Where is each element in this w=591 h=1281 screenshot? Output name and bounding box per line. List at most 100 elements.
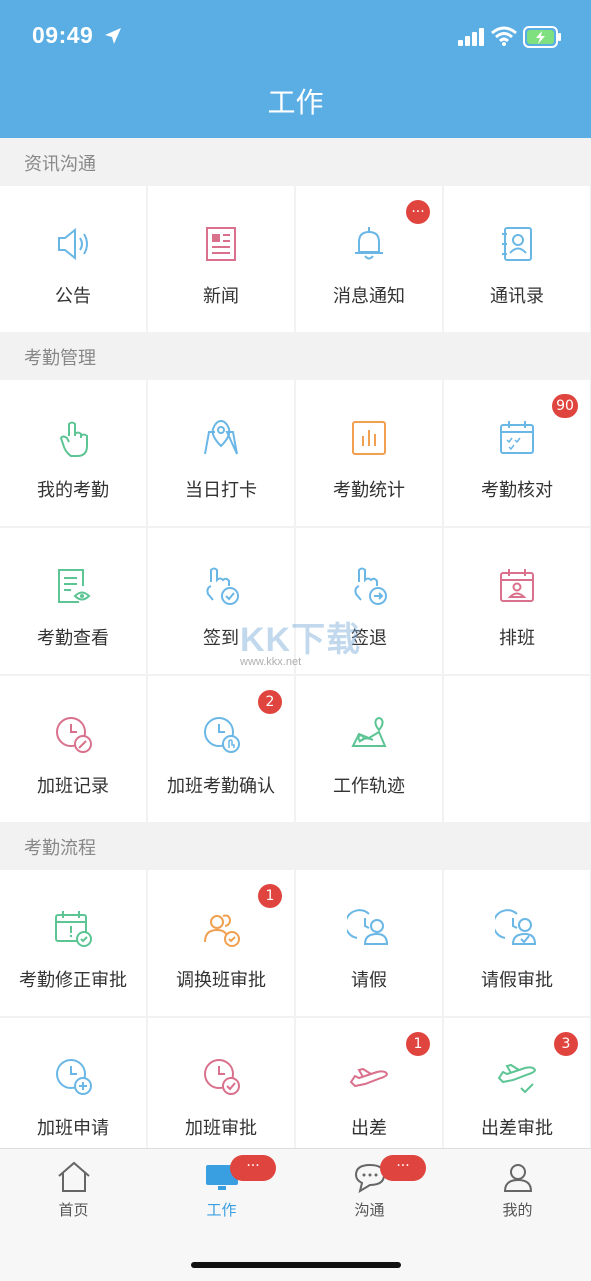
- tab-badge: ···: [230, 1155, 276, 1181]
- tile-label: 考勤查看: [37, 628, 109, 649]
- section-attendance-process: 考勤流程: [0, 822, 591, 868]
- tile-label: 考勤统计: [333, 480, 405, 501]
- calendar-check-icon: [500, 421, 534, 454]
- tile-label: 消息通知: [333, 286, 405, 307]
- signal-icon: [458, 28, 484, 46]
- location-arrow-icon: [105, 28, 121, 44]
- tab-label: 沟通: [354, 1201, 385, 1219]
- tile-leave-approval[interactable]: 请假审批: [444, 870, 590, 1016]
- section-attendance-management: 考勤管理: [0, 332, 591, 378]
- tile-overtime-record[interactable]: 加班记录: [0, 676, 146, 822]
- tile-attendance-view[interactable]: 考勤查看: [0, 528, 146, 674]
- tile-label: 出差: [351, 1118, 387, 1139]
- tile-announcement[interactable]: 公告: [0, 186, 146, 332]
- tile-label: 加班审批: [185, 1118, 257, 1139]
- tile-shift-swap-approval[interactable]: 1 调换班审批: [148, 870, 294, 1016]
- tab-work[interactable]: ··· 工作: [148, 1149, 295, 1229]
- contacts-book-icon: [502, 227, 532, 261]
- tile-label: 排班: [499, 628, 535, 649]
- app-header: 09:49 工作: [0, 0, 591, 138]
- document-eye-icon: [58, 569, 91, 603]
- calendar-person-icon: [500, 569, 534, 602]
- tile-daily-checkin[interactable]: 当日打卡: [148, 380, 294, 526]
- count-badge: 1: [406, 1032, 430, 1056]
- tile-contacts[interactable]: 通讯录: [444, 186, 590, 332]
- battery-icon: [523, 26, 561, 48]
- tile-label: 当日打卡: [185, 480, 257, 501]
- section-info-communication: 资讯沟通: [0, 138, 591, 184]
- tab-label: 我的: [502, 1201, 533, 1219]
- notification-badge: ···: [406, 200, 430, 224]
- tile-label: 考勤修正审批: [19, 970, 127, 991]
- tile-label: 请假审批: [481, 970, 553, 991]
- tile-attendance-verify[interactable]: 90 考勤核对: [444, 380, 590, 526]
- tile-label: 新闻: [203, 286, 239, 307]
- tile-notifications[interactable]: ··· 消息通知: [296, 186, 442, 332]
- tile-news[interactable]: 新闻: [148, 186, 294, 332]
- watermark-url: www.kkx.net: [240, 656, 302, 668]
- tile-shift-schedule[interactable]: 排班: [444, 528, 590, 674]
- home-indicator[interactable]: [191, 1262, 401, 1268]
- count-badge: 3: [554, 1032, 578, 1056]
- clock-person-check-icon: [495, 909, 537, 945]
- clock-person-icon: [347, 909, 389, 945]
- tap-hand-icon: [59, 421, 88, 457]
- status-time: 09:49: [32, 22, 94, 48]
- wifi-icon: [491, 26, 517, 46]
- tile-label: 通讯录: [490, 286, 544, 307]
- tab-mine[interactable]: 我的: [444, 1149, 591, 1229]
- map-pin-icon: [204, 419, 238, 455]
- tile-label: 加班考勤确认: [167, 776, 275, 797]
- tile-label: 请假: [351, 970, 387, 991]
- people-check-icon: [204, 914, 240, 947]
- airplane-icon: [349, 1067, 389, 1088]
- tile-label: 我的考勤: [37, 480, 109, 501]
- count-badge: 1: [258, 884, 282, 908]
- speaker-icon: [58, 227, 88, 261]
- tile-label: 加班记录: [37, 776, 109, 797]
- tab-badge: ···: [380, 1155, 426, 1181]
- page-title: 工作: [267, 86, 324, 119]
- tile-overtime-confirm[interactable]: 2 加班考勤确认: [148, 676, 294, 822]
- route-map-icon: [351, 717, 387, 747]
- tile-leave[interactable]: 请假: [296, 870, 442, 1016]
- section-title: 资讯沟通: [24, 154, 96, 175]
- section-title: 考勤流程: [24, 838, 96, 859]
- tile-my-attendance[interactable]: 我的考勤: [0, 380, 146, 526]
- tile-overtime-approval[interactable]: 加班审批: [148, 1018, 294, 1148]
- clock-pen-icon: [56, 717, 92, 753]
- watermark-logo: KK下载: [240, 621, 362, 659]
- tile-business-trip[interactable]: 1 出差: [296, 1018, 442, 1148]
- tile-label: 考勤核对: [481, 480, 553, 501]
- tile-trip-approval[interactable]: 3 出差审批: [444, 1018, 590, 1148]
- tile-label: 加班申请: [37, 1118, 109, 1139]
- count-badge: 90: [552, 394, 578, 418]
- tab-label: 首页: [58, 1201, 89, 1219]
- bell-icon: [355, 227, 383, 260]
- tile-label: 调换班审批: [176, 970, 266, 991]
- airplane-check-icon: [497, 1063, 537, 1094]
- tab-chat[interactable]: ··· 沟通: [296, 1149, 443, 1229]
- tile-label: 工作轨迹: [333, 776, 405, 797]
- clock-check-icon: [204, 1059, 240, 1095]
- tile-overtime-apply[interactable]: 加班申请: [0, 1018, 146, 1148]
- tile-work-track[interactable]: 工作轨迹: [296, 676, 442, 822]
- tile-empty: [444, 676, 590, 822]
- user-icon: [503, 1164, 532, 1192]
- bar-chart-icon: [352, 421, 386, 455]
- calendar-alert-icon: [55, 911, 92, 947]
- tile-label: 出差审批: [481, 1118, 553, 1139]
- newspaper-icon: [206, 227, 236, 261]
- tab-label: 工作: [206, 1201, 237, 1219]
- tap-arrow-icon: [354, 567, 387, 605]
- section-title: 考勤管理: [24, 348, 96, 369]
- tab-home[interactable]: 首页: [0, 1149, 147, 1229]
- tap-check-icon: [206, 567, 239, 605]
- clock-hand-icon: [204, 717, 240, 753]
- tile-correction-approval[interactable]: 考勤修正审批: [0, 870, 146, 1016]
- count-badge: 2: [258, 690, 282, 714]
- tile-label: 公告: [55, 286, 91, 307]
- tile-attendance-stats[interactable]: 考勤统计: [296, 380, 442, 526]
- home-icon: [57, 1161, 90, 1192]
- clock-plus-icon: [56, 1059, 92, 1095]
